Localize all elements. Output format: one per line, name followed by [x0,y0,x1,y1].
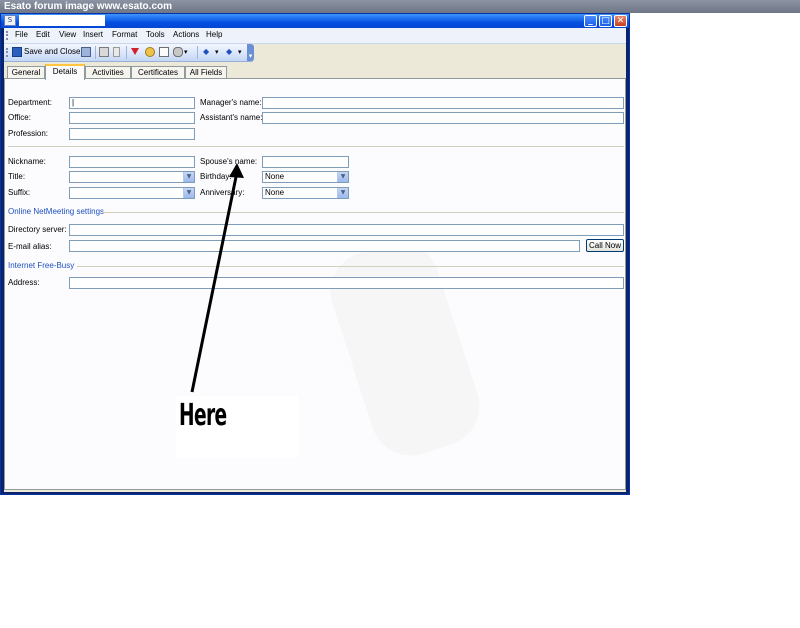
tab-details[interactable]: Details [45,64,85,80]
annotation-arrow-icon [190,163,244,393]
